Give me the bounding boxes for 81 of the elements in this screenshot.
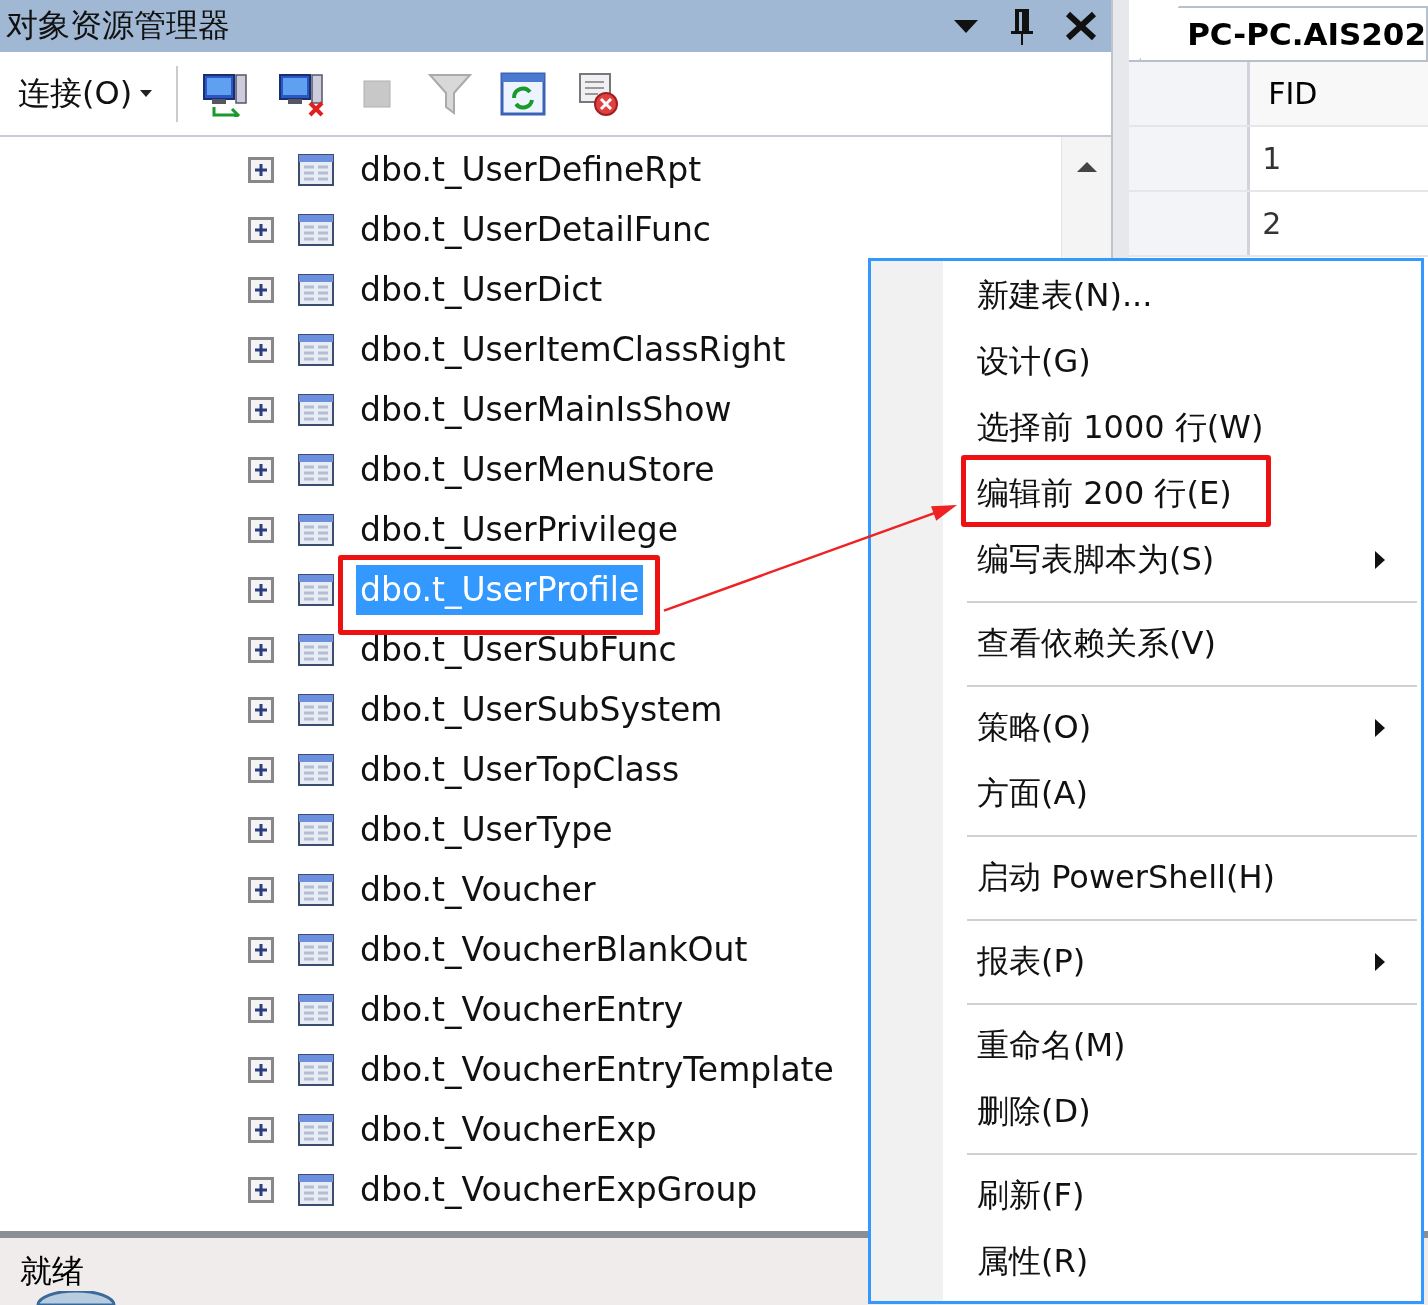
tree-item[interactable]: dbo.t_VoucherEntry xyxy=(356,985,688,1035)
dropdown-icon[interactable] xyxy=(953,18,980,34)
expand-icon[interactable] xyxy=(248,577,274,603)
expand-icon[interactable] xyxy=(248,217,274,243)
table-icon xyxy=(298,154,334,186)
menu-item[interactable]: 启动 PowerShell(H) xyxy=(943,845,1421,911)
expand-icon[interactable] xyxy=(248,457,274,483)
menu-item[interactable]: 查看依赖关系(V) xyxy=(943,611,1421,677)
tree-item[interactable]: dbo.t_UserMainIsShow xyxy=(356,385,736,435)
table-icon xyxy=(298,874,334,906)
expand-icon[interactable] xyxy=(248,517,274,543)
tree-item[interactable]: dbo.t_UserDefineRpt xyxy=(356,145,706,195)
panel-title: 对象资源管理器 xyxy=(6,5,230,46)
menu-item[interactable]: 编辑前 200 行(E) xyxy=(943,461,1421,527)
tree-item[interactable]: dbo.t_UserItemClassRight xyxy=(356,325,790,375)
expand-icon[interactable] xyxy=(248,877,274,903)
connect-dropdown-button[interactable]: 连接(O) xyxy=(14,71,157,116)
table-icon xyxy=(298,754,334,786)
scroll-up-icon[interactable] xyxy=(1076,161,1097,173)
tree-item[interactable]: dbo.t_UserSubSystem xyxy=(356,685,727,735)
menu-item[interactable]: 删除(D) xyxy=(943,1079,1421,1145)
table-icon xyxy=(298,334,334,366)
table-icon xyxy=(298,994,334,1026)
tree-item[interactable]: dbo.t_Voucher xyxy=(356,865,600,915)
menu-item[interactable]: 方面(A) xyxy=(943,761,1421,827)
refresh-icon[interactable] xyxy=(500,71,547,116)
table-icon xyxy=(298,454,334,486)
menu-item[interactable]: 策略(O) xyxy=(943,695,1421,761)
table-icon xyxy=(298,214,334,246)
tree-item[interactable]: dbo.t_UserType xyxy=(356,805,617,855)
menu-item[interactable]: 编写表脚本为(S) xyxy=(943,527,1421,593)
expand-icon[interactable] xyxy=(248,157,274,183)
tree-item[interactable]: dbo.t_UserDetailFunc xyxy=(356,205,715,255)
expand-icon[interactable] xyxy=(248,997,274,1023)
menu-item[interactable]: 新建表(N)... xyxy=(943,263,1421,329)
menu-item[interactable]: 重命名(M) xyxy=(943,1013,1421,1079)
document-tab[interactable]: PC-PC.AIS202 xyxy=(1139,6,1428,60)
table-icon xyxy=(298,934,334,966)
column-header[interactable]: FID xyxy=(1250,62,1428,125)
tree-item[interactable]: dbo.t_UserMenuStore xyxy=(356,445,719,495)
status-text: 就绪 xyxy=(20,1251,84,1291)
tree-item[interactable]: dbo.t_VoucherExp xyxy=(356,1105,661,1155)
table-icon xyxy=(298,574,334,606)
table-icon xyxy=(298,694,334,726)
menu-item[interactable]: 属性(R) xyxy=(943,1229,1421,1295)
tree-item[interactable]: dbo.t_VoucherEntryTemplate xyxy=(356,1045,838,1095)
table-icon xyxy=(298,274,334,306)
table-icon xyxy=(298,514,334,546)
pin-icon[interactable] xyxy=(1009,7,1036,45)
table-icon xyxy=(298,1114,334,1146)
tree-item[interactable]: dbo.t_UserSubFunc xyxy=(356,625,681,675)
expand-icon[interactable] xyxy=(248,757,274,783)
tree-item[interactable]: dbo.t_UserPrivilege xyxy=(356,505,683,555)
table-icon xyxy=(298,1054,334,1086)
tree-item[interactable]: dbo.t_VoucherBlankOut xyxy=(356,925,752,975)
tree-item[interactable]: dbo.t_UserDict xyxy=(356,265,607,315)
expand-icon[interactable] xyxy=(248,637,274,663)
expand-icon[interactable] xyxy=(248,817,274,843)
expand-icon[interactable] xyxy=(248,1117,274,1143)
table-cell-text: 1 xyxy=(1261,140,1283,178)
tree-item[interactable]: dbo.t_UserTopClass xyxy=(356,745,684,795)
close-icon[interactable] xyxy=(1065,11,1098,41)
expand-icon[interactable] xyxy=(248,397,274,423)
table-cell-text: 2 xyxy=(1261,205,1283,243)
table-icon xyxy=(298,394,334,426)
menu-item[interactable]: 设计(G) xyxy=(943,329,1421,395)
expand-icon[interactable] xyxy=(248,937,274,963)
expand-icon[interactable] xyxy=(248,337,274,363)
expand-icon[interactable] xyxy=(248,1177,274,1203)
table-icon xyxy=(298,1174,334,1206)
table-icon xyxy=(298,634,334,666)
globe-icon xyxy=(36,1291,116,1305)
caret-icon[interactable] xyxy=(140,89,153,98)
expand-icon[interactable] xyxy=(248,697,274,723)
table-icon xyxy=(298,814,334,846)
tree-item[interactable]: dbo.t_VoucherExpGroup xyxy=(356,1165,762,1215)
menu-item[interactable]: 报表(P) xyxy=(943,929,1421,995)
menu-item[interactable]: 刷新(F) xyxy=(943,1163,1421,1229)
menu-item[interactable]: 选择前 1000 行(W) xyxy=(943,395,1421,461)
expand-icon[interactable] xyxy=(248,1057,274,1083)
expand-icon[interactable] xyxy=(248,277,274,303)
